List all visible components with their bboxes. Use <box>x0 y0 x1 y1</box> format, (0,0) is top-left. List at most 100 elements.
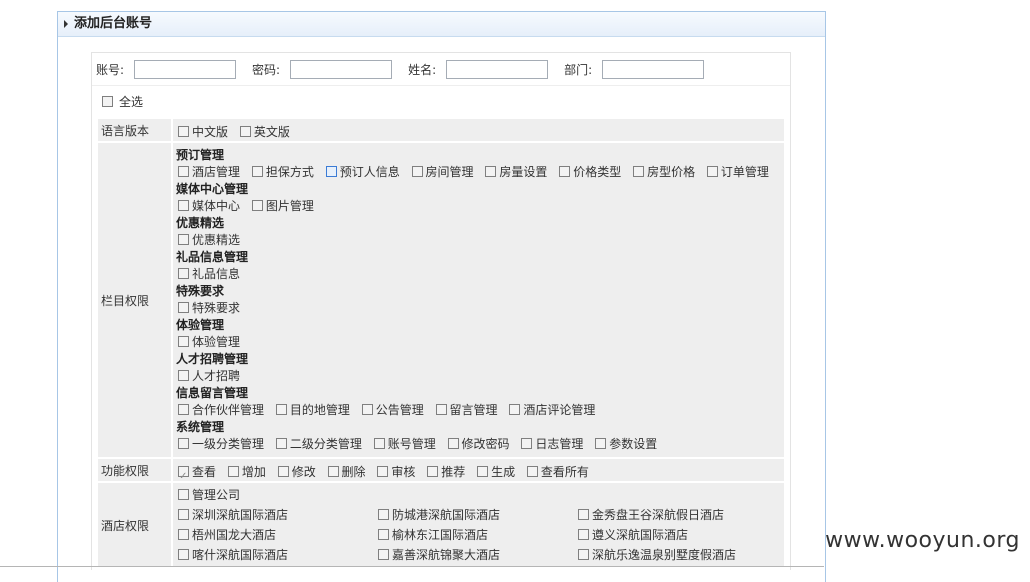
func-item[interactable]: 删除 <box>327 465 366 479</box>
hotels-label: 酒店权限 <box>98 483 171 567</box>
func-item[interactable]: 增加 <box>227 465 266 479</box>
checkbox[interactable] <box>178 529 189 540</box>
group-title: 预订管理 <box>176 148 225 162</box>
perm-item[interactable]: 合作伙伴管理 <box>178 403 264 417</box>
perm-item[interactable]: 订单管理 <box>706 165 769 179</box>
checkbox[interactable] <box>178 200 189 211</box>
checkbox[interactable] <box>595 438 607 449</box>
checkbox[interactable] <box>578 529 589 540</box>
perm-item[interactable]: 价格类型 <box>559 165 621 179</box>
select-all-checkbox[interactable] <box>102 95 113 107</box>
checkbox[interactable] <box>178 438 189 449</box>
checkbox[interactable] <box>275 438 287 449</box>
checkbox[interactable] <box>447 438 459 449</box>
checkbox[interactable] <box>477 466 489 477</box>
perm-item[interactable]: 媒体中心 <box>178 199 240 213</box>
hotel-item[interactable]: 嘉善深航锦聚大酒店 <box>378 545 578 565</box>
checkbox[interactable] <box>178 370 189 381</box>
checkbox[interactable] <box>377 466 389 477</box>
perm-item[interactable]: 目的地管理 <box>275 403 350 417</box>
checkbox[interactable] <box>178 234 189 245</box>
checkbox[interactable] <box>378 529 389 540</box>
hotel-item[interactable]: 喀什深航国际酒店 <box>178 545 378 565</box>
checkbox[interactable] <box>411 166 423 177</box>
perm-item[interactable]: 一级分类管理 <box>178 437 264 451</box>
checkbox[interactable] <box>378 549 389 560</box>
hotel-item[interactable]: 深航乐逸温泉别墅度假酒店 <box>578 545 778 565</box>
checkbox[interactable] <box>239 126 251 137</box>
checkbox[interactable] <box>178 302 189 313</box>
hotel-item[interactable]: 金秀盘王谷深航假日酒店 <box>578 505 778 525</box>
hotel-item[interactable]: 榆林东江国际酒店 <box>378 525 578 545</box>
perm-item[interactable]: 优惠精选 <box>178 233 240 247</box>
perm-item[interactable]: 酒店管理 <box>178 165 240 179</box>
checkbox[interactable] <box>578 549 589 560</box>
name-input[interactable] <box>446 59 549 79</box>
perm-item[interactable]: 担保方式 <box>251 165 314 179</box>
checkbox[interactable] <box>373 438 385 449</box>
checkbox[interactable] <box>485 166 497 177</box>
password-input[interactable] <box>290 59 393 79</box>
perm-item[interactable]: 图片管理 <box>251 199 314 213</box>
perm-item[interactable]: 礼品信息 <box>178 267 240 281</box>
checkbox[interactable] <box>435 404 447 415</box>
perm-item[interactable]: 体验管理 <box>178 335 240 349</box>
perm-item[interactable]: 房量设置 <box>485 165 547 179</box>
checkbox[interactable] <box>227 466 239 477</box>
func-item[interactable]: 推荐 <box>427 465 465 479</box>
checkbox[interactable] <box>251 166 263 177</box>
checkbox[interactable] <box>178 166 189 177</box>
checkbox[interactable] <box>509 404 521 415</box>
checkbox[interactable] <box>178 489 189 500</box>
perm-item[interactable]: 公告管理 <box>361 403 424 417</box>
checkbox[interactable] <box>178 126 189 137</box>
account-input[interactable] <box>134 59 237 79</box>
checkbox[interactable] <box>275 404 287 415</box>
func-item-view[interactable]: 查看 <box>178 464 216 490</box>
lang-option-en[interactable]: 英文版 <box>239 125 290 139</box>
checkbox[interactable] <box>559 166 571 177</box>
checkbox[interactable] <box>178 336 189 347</box>
perm-item[interactable]: 日志管理 <box>521 437 583 451</box>
perm-item[interactable]: 留言管理 <box>435 403 498 417</box>
perm-item[interactable]: 修改密码 <box>447 437 510 451</box>
checkbox[interactable] <box>178 404 189 415</box>
checkbox[interactable] <box>325 166 337 177</box>
lang-option-cn[interactable]: 中文版 <box>178 125 228 139</box>
perm-item[interactable]: 酒店评论管理 <box>509 403 595 417</box>
checkbox[interactable] <box>427 466 439 477</box>
perm-item[interactable]: 账号管理 <box>373 437 436 451</box>
checkbox[interactable] <box>251 200 263 211</box>
perm-item[interactable]: 参数设置 <box>595 437 657 451</box>
checkbox[interactable] <box>178 464 189 490</box>
hotel-item[interactable]: 梧州国龙大酒店 <box>178 525 378 545</box>
perm-item[interactable]: 房间管理 <box>411 165 474 179</box>
checkbox[interactable] <box>706 166 718 177</box>
horizontal-scrollbar[interactable] <box>0 566 824 567</box>
perm-item[interactable]: 特殊要求 <box>178 301 240 315</box>
checkbox[interactable] <box>178 549 189 560</box>
checkbox[interactable] <box>277 466 289 477</box>
dept-input[interactable] <box>602 59 705 79</box>
checkbox[interactable] <box>633 166 645 177</box>
func-item[interactable]: 审核 <box>377 465 415 479</box>
checkbox[interactable] <box>578 509 589 520</box>
hotel-item[interactable]: 遵义深航国际酒店 <box>578 525 778 545</box>
checkbox[interactable] <box>378 509 389 520</box>
checkbox[interactable] <box>178 509 189 520</box>
func-item[interactable]: 修改 <box>277 465 316 479</box>
perm-item[interactable]: 预订人信息 <box>325 165 400 179</box>
perm-item[interactable]: 二级分类管理 <box>275 437 362 451</box>
checkbox[interactable] <box>178 268 189 279</box>
hotel-item[interactable]: 深圳深航国际酒店 <box>178 505 378 525</box>
checkbox[interactable] <box>526 466 538 477</box>
perm-item[interactable]: 人才招聘 <box>178 369 240 383</box>
checkbox[interactable] <box>521 438 533 449</box>
perm-item[interactable]: 房型价格 <box>633 165 695 179</box>
func-item[interactable]: 查看所有 <box>526 465 589 479</box>
func-item[interactable]: 生成 <box>477 465 515 479</box>
checkbox[interactable] <box>327 466 339 477</box>
hotel-item[interactable]: 防城港深航国际酒店 <box>378 505 578 525</box>
checkbox[interactable] <box>361 404 373 415</box>
manage-company-item[interactable]: 管理公司 <box>173 485 784 505</box>
